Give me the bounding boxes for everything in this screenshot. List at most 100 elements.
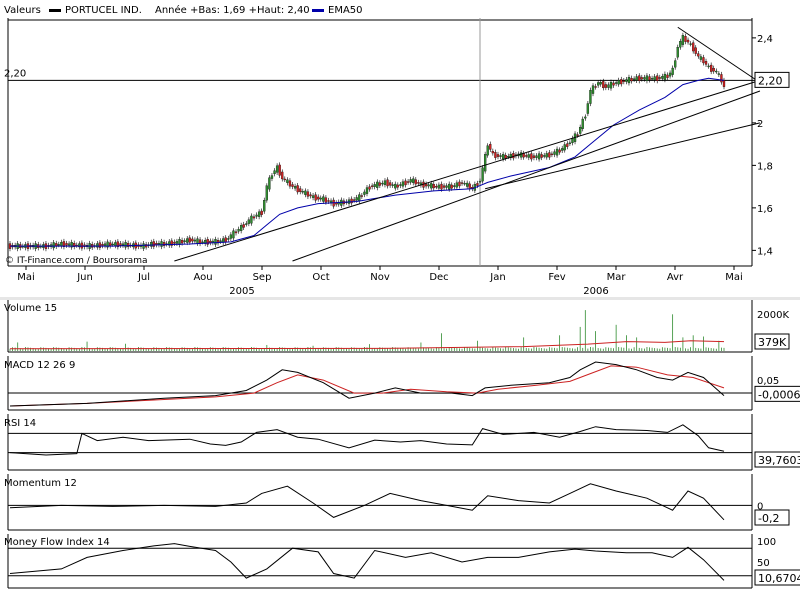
mfi-panel-bg	[0, 534, 800, 588]
candle-body	[427, 184, 430, 187]
candle-body	[250, 215, 253, 224]
candle-body	[525, 155, 528, 157]
candle-body	[376, 181, 379, 188]
candle-body	[245, 223, 248, 225]
candle-body	[391, 184, 394, 186]
candle-body	[401, 181, 405, 187]
candle-body	[519, 152, 523, 158]
candle-body	[98, 242, 102, 248]
candle-body	[278, 164, 281, 176]
candle-body	[720, 74, 723, 83]
candle-body	[65, 243, 68, 246]
candle-body	[365, 187, 369, 194]
candle-body	[622, 80, 625, 82]
volume-tick-label: 2000K	[757, 310, 789, 321]
candle-body	[363, 191, 366, 195]
month-label: Jan	[489, 272, 505, 283]
candle-body	[219, 240, 222, 242]
candle-body	[561, 148, 564, 151]
rsi-title: RSI 14	[4, 418, 36, 429]
candle-body	[206, 239, 209, 245]
year-label: 2005	[229, 286, 254, 297]
candle-body	[124, 242, 127, 248]
candle-body	[483, 154, 487, 172]
month-label: Jun	[76, 272, 93, 283]
candle-body	[486, 145, 489, 156]
candle-body	[710, 64, 713, 72]
price-last-value: 2,20	[758, 74, 783, 87]
mfi-last-value: 10,6704	[758, 572, 800, 585]
candle-body	[396, 184, 399, 188]
candle-body	[512, 153, 515, 159]
candle-body	[530, 153, 533, 160]
candle-body	[645, 75, 649, 81]
candle-body	[309, 194, 312, 197]
candle-body	[270, 175, 274, 179]
candle-body	[617, 80, 620, 85]
candle-body	[317, 196, 320, 200]
candle-body	[579, 126, 582, 134]
candle-body	[114, 242, 117, 246]
candle-body	[704, 61, 708, 65]
candle-body	[532, 155, 536, 158]
candle-body	[368, 186, 371, 190]
candle-body	[494, 152, 497, 158]
candle-body	[126, 243, 130, 247]
candle-body	[496, 154, 500, 157]
ticker-name: PORTUCEL IND.	[65, 5, 142, 16]
candle-body	[597, 82, 600, 86]
candle-body	[501, 154, 505, 160]
candle-body	[242, 224, 245, 228]
price-tick-label: 2	[757, 119, 763, 130]
candle-body	[681, 35, 685, 45]
candle-body	[717, 73, 721, 75]
candle-body	[640, 77, 643, 80]
candle-body	[399, 184, 402, 186]
candle-body	[666, 74, 669, 78]
month-label: Sep	[253, 272, 272, 283]
candle-body	[437, 184, 441, 189]
candle-body	[183, 240, 186, 242]
candle-body	[648, 76, 651, 81]
candle-body	[101, 244, 104, 246]
candle-body	[52, 242, 55, 249]
candle-body	[620, 79, 623, 85]
candle-body	[121, 243, 125, 246]
candle-body	[566, 143, 569, 147]
candle-body	[119, 243, 122, 246]
month-label: Mar	[607, 272, 627, 283]
candle-body	[663, 73, 667, 80]
candle-body	[275, 165, 279, 173]
momentum-panel-bg	[0, 474, 800, 530]
candle-body	[252, 216, 256, 219]
candle-body	[491, 150, 494, 154]
candle-body	[180, 240, 184, 244]
candle-body	[432, 184, 435, 189]
candle-body	[478, 180, 482, 183]
candle-body	[460, 182, 464, 184]
candle-body	[507, 156, 510, 158]
month-label: Jul	[137, 272, 150, 283]
candle-body	[370, 185, 374, 187]
stock-chart: Valeurs PORTUCEL IND. Année +Bas: 1,69 +Ha…	[0, 0, 800, 600]
candle-body	[353, 199, 356, 201]
candle-body	[643, 77, 646, 80]
candle-body	[417, 182, 420, 184]
mfi-tick-label: 50	[757, 558, 770, 569]
candle-body	[152, 241, 155, 247]
candle-body	[404, 180, 407, 186]
candle-body	[358, 194, 361, 202]
candle-body	[674, 60, 677, 68]
candle-body	[80, 242, 84, 249]
candle-body	[234, 231, 238, 234]
candle-body	[555, 148, 559, 156]
candle-body	[324, 197, 328, 203]
candle-body	[260, 210, 263, 215]
price-tick-label: 1,8	[757, 161, 773, 172]
ema-legend: EMA50	[328, 5, 363, 16]
macd-tick-label: 0,05	[757, 376, 779, 387]
candle-body	[109, 242, 112, 247]
candle-body	[548, 152, 551, 158]
candle-body	[527, 154, 530, 158]
month-label: Nov	[370, 272, 390, 283]
